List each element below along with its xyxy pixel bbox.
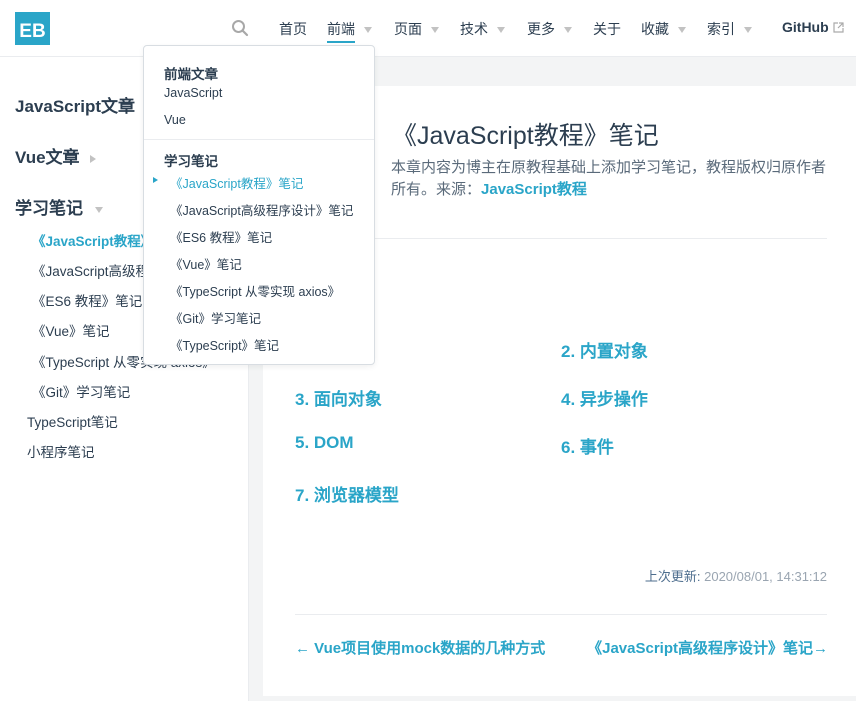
dropdown-item-git[interactable]: 《Git》学习笔记 [170,308,261,327]
dropdown-item-vue[interactable]: Vue [164,113,186,127]
nav-index[interactable]: 索引 [707,19,752,39]
chevron-down-icon [364,27,372,34]
divider [295,614,827,615]
dropdown-item-typescript[interactable]: 《TypeScript》笔记 [170,335,279,354]
sidebar-item-git[interactable]: 《Git》学习笔记 [32,381,130,401]
chevron-down-icon [678,27,686,34]
intro-text: 本章内容为博主在原教程基础上添加学习笔记，教程版权归原作者所有。来源： [391,159,827,198]
nav-pages[interactable]: 页面 [394,19,439,39]
sidebar-group-vue[interactable]: Vue文章 [15,143,96,168]
nav-more[interactable]: 更多 [527,19,572,39]
toc-link-events[interactable]: 6. 事件 [561,433,614,458]
chevron-down-icon [564,27,572,34]
dropdown-item-js-advanced[interactable]: 《JavaScript高级程序设计》笔记 [170,200,353,219]
chevron-down-icon [497,27,505,34]
sidebar-group-javascript[interactable]: JavaScript文章 [15,92,151,117]
active-marker-icon [153,177,158,183]
toc-link-async[interactable]: 4. 异步操作 [561,385,648,410]
toc-link-dom[interactable]: 5. DOM [295,433,354,453]
navbar: EB 首页 前端 页面 技术 更多 关于 收藏 索引 GitHub [0,0,856,57]
toc-link-builtin[interactable]: 2. 内置对象 [561,337,648,362]
dropdown-item-vue-notes[interactable]: 《Vue》笔记 [170,254,242,273]
chevron-right-icon [89,154,96,163]
dropdown-item-es6[interactable]: 《ES6 教程》笔记 [170,227,272,246]
external-link-icon [833,22,844,33]
logo-text: EB [19,21,46,42]
nav-about[interactable]: 关于 [593,19,621,39]
chevron-down-icon [95,206,103,213]
sidebar-item-typescript[interactable]: TypeScript笔记 [27,411,118,431]
page-title: 《JavaScript教程》笔记 [392,122,659,150]
sidebar-item-vue[interactable]: 《Vue》笔记 [32,320,110,340]
last-updated-time: 2020/08/01, 14:31:12 [704,569,827,584]
nav-favorites[interactable]: 收藏 [641,19,686,39]
nav-github[interactable]: GitHub [782,19,844,35]
dropdown-group-title: 学习笔记 [164,154,218,169]
frontend-dropdown-menu: 前端文章 JavaScript Vue 学习笔记 《JavaScript教程》笔… [143,45,375,365]
dropdown-divider [144,139,374,140]
nav-tech[interactable]: 技术 [460,19,505,39]
dropdown-item-js-tutorial[interactable]: 《JavaScript教程》笔记 [170,173,303,192]
dropdown-group-title: 前端文章 [164,67,218,82]
source-link[interactable]: JavaScript教程 [481,181,587,198]
dropdown-item-javascript[interactable]: JavaScript [164,86,222,100]
last-updated-label: 上次更新: [644,569,701,584]
nav-home[interactable]: 首页 [279,19,307,39]
toc-link-browser[interactable]: 7. 浏览器模型 [295,481,399,506]
sidebar-item-miniprogram[interactable]: 小程序笔记 [27,441,95,461]
chevron-down-icon [431,27,439,34]
nav-frontend[interactable]: 前端 [327,19,372,43]
last-updated: 上次更新: 2020/08/01, 14:31:12 [645,566,827,585]
page-intro: 本章内容为博主在原教程基础上添加学习笔记，教程版权归原作者所有。来源：JavaS… [391,157,831,201]
sidebar-item-es6[interactable]: 《ES6 教程》笔记 [32,290,142,310]
dropdown-item-ts-axios[interactable]: 《TypeScript 从零实现 axios》 [170,281,340,300]
chevron-down-icon [744,27,752,34]
next-page-link[interactable]: 《JavaScript高级程序设计》笔记→ [587,637,828,658]
toc-link-oop[interactable]: 3. 面向对象 [295,385,382,410]
sidebar-group-notes[interactable]: 学习笔记 [15,194,103,219]
search-icon[interactable] [231,19,249,37]
prev-page-link[interactable]: ← Vue项目使用mock数据的几种方式 [295,637,545,658]
site-logo[interactable]: EB [15,12,50,45]
